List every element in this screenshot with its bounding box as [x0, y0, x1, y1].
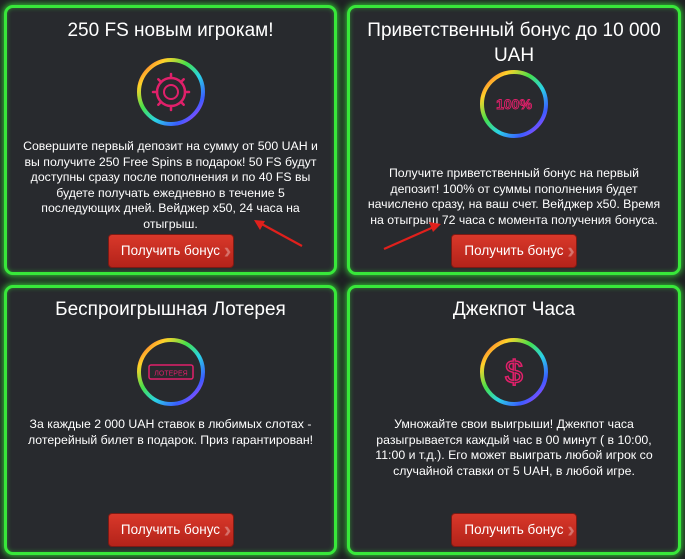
- chevrons-icon: ›››: [567, 517, 575, 542]
- card-description: Совершите первый депозит на сумму от 500…: [23, 139, 318, 231]
- svg-text:100%: 100%: [496, 96, 532, 112]
- dollar-icon: $: [480, 338, 548, 406]
- card-title: Беспроигрышная Лотерея: [55, 299, 286, 320]
- bonus-card-free-spins: 250 FS новым игрокам! Совершите первый д…: [4, 5, 337, 275]
- svg-text:ЛОТЕРЕЯ: ЛОТЕРЕЯ: [154, 371, 187, 378]
- svg-text:$: $: [505, 354, 523, 390]
- card-title: Джекпот Часа: [452, 299, 576, 320]
- get-bonus-button[interactable]: ››› Получить бонус: [107, 234, 234, 268]
- get-bonus-button[interactable]: ››› Получить бонус: [107, 513, 234, 547]
- bonus-card-jackpot: Джекпот Часа $ Умножайте свои выигрыши! …: [347, 285, 681, 555]
- chevrons-icon: ›››: [223, 238, 232, 263]
- bonus-card-lottery: Беспроигрышная Лотерея ЛОТЕРЕЯ За каждые…: [4, 285, 337, 555]
- card-description: За каждые 2 000 UAH ставок в любимых сло…: [27, 417, 314, 447]
- card-description: Получите приветственный бонус на первый …: [367, 166, 661, 227]
- get-bonus-button[interactable]: ››› Получить бонус: [451, 513, 577, 547]
- percent-icon: 100%: [480, 70, 548, 138]
- card-title: Приветственный бонус до 10 000 UAH: [367, 20, 661, 66]
- card-title: 250 FS новым игрокам!: [67, 20, 274, 41]
- get-bonus-button[interactable]: ››› Получить бонус: [451, 234, 577, 268]
- lottery-ticket-icon: ЛОТЕРЕЯ: [136, 338, 205, 406]
- chip-icon: [136, 58, 205, 126]
- chevrons-icon: ›››: [223, 517, 232, 542]
- bonus-card-welcome: Приветственный бонус до 10 000 UAH 100% …: [347, 5, 681, 275]
- card-description: Умножайте свои выигрыши! Джекпот часа ра…: [375, 417, 653, 478]
- chevrons-icon: ›››: [567, 238, 575, 263]
